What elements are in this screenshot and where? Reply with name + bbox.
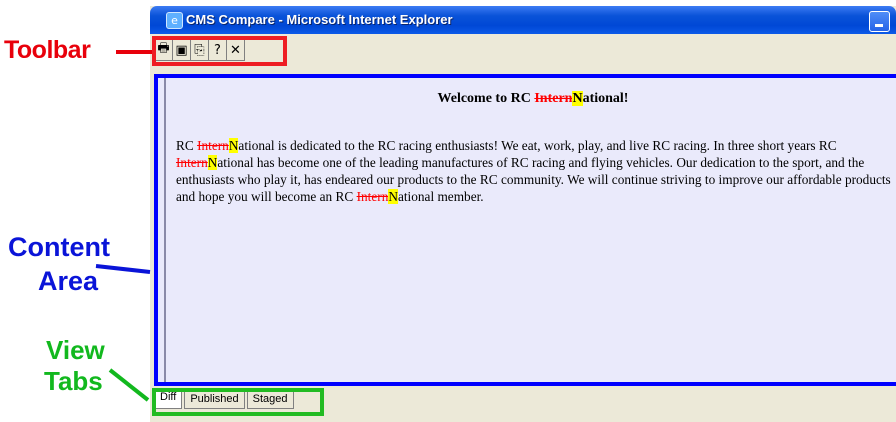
inserted-text: N xyxy=(207,155,218,170)
inserted-text: N xyxy=(388,189,398,204)
content-area-callout-label: Content xyxy=(8,232,110,262)
toolbar-area: 🖶 ▣ ⎘ ? ✕ xyxy=(150,34,896,69)
content-divider xyxy=(164,78,166,382)
browser-window: e CMS Compare - Microsoft Internet Explo… xyxy=(150,6,896,422)
deleted-text: Intern xyxy=(356,189,389,204)
deleted-text: Intern xyxy=(197,138,229,153)
view-tabs-callout-label: View xyxy=(46,335,105,365)
deleted-text: Intern xyxy=(176,155,208,170)
title-bar[interactable]: e CMS Compare - Microsoft Internet Explo… xyxy=(150,6,896,34)
body-paragraph: RC InternNational is dedicated to the RC… xyxy=(176,138,891,204)
minimize-button[interactable] xyxy=(869,11,890,32)
inserted-text: N xyxy=(572,91,583,106)
inserted-text: N xyxy=(228,138,239,153)
content-area: Welcome to RC InternNational! RC InternN… xyxy=(154,74,896,386)
view-tabs-highlight-box xyxy=(152,388,324,416)
content-area-callout-label-line2: Area xyxy=(38,266,99,296)
toolbar-highlight-box xyxy=(152,36,287,66)
minimize-icon xyxy=(875,24,883,27)
toolbar-callout-label: Toolbar xyxy=(4,36,91,64)
window-title: CMS Compare - Microsoft Internet Explore… xyxy=(186,12,453,27)
content-area-pointer xyxy=(95,264,151,274)
content-body: Welcome to RC InternNational! RC InternN… xyxy=(168,82,896,382)
view-tabs-pointer xyxy=(108,368,150,402)
page-heading: Welcome to RC InternNational! xyxy=(437,91,629,106)
deleted-text: Intern xyxy=(534,91,573,106)
ie-logo-icon: e xyxy=(166,12,183,29)
view-tabs-callout-label-line2: Tabs xyxy=(44,366,103,396)
